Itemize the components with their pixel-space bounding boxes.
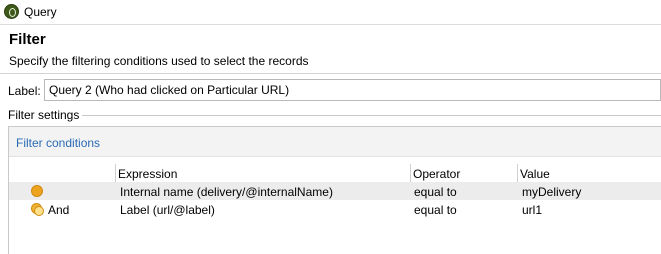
window-titlebar: Query	[0, 0, 661, 24]
table-row[interactable]: And Label (url/@label) equal to url1	[9, 200, 661, 218]
row-expression[interactable]: Label (url/@label)	[120, 203, 215, 217]
page-subtitle: Specify the filtering conditions used to…	[9, 54, 309, 68]
label-field-caption: Label:	[8, 84, 41, 98]
header-divider	[0, 73, 661, 74]
row-value[interactable]: url1	[522, 203, 542, 217]
column-separator[interactable]	[115, 164, 116, 182]
filter-conditions-link[interactable]: Filter conditions	[16, 136, 100, 150]
column-separator[interactable]	[517, 164, 518, 182]
column-header-expression[interactable]: Expression	[118, 167, 177, 181]
and-condition-icon	[31, 203, 44, 216]
app-logo-icon	[4, 4, 19, 19]
filter-settings-caption: Filter settings	[8, 108, 83, 122]
column-header-operator[interactable]: Operator	[413, 167, 460, 181]
window-title: Query	[24, 5, 57, 19]
filter-conditions-panel: Filter conditions Expression Operator Va…	[8, 126, 661, 254]
filter-settings-separator	[82, 115, 661, 116]
row-operator[interactable]: equal to	[414, 203, 457, 217]
conditions-table-header: Expression Operator Value	[9, 164, 661, 182]
table-row[interactable]: Internal name (delivery/@internalName) e…	[9, 182, 661, 200]
condition-dot-icon	[31, 185, 43, 197]
label-input[interactable]	[44, 79, 661, 101]
row-logic: And	[48, 203, 70, 217]
filter-conditions-header: Filter conditions	[9, 127, 661, 157]
row-value[interactable]: myDelivery	[522, 185, 581, 199]
column-header-value[interactable]: Value	[520, 167, 550, 181]
page-title: Filter	[9, 31, 46, 48]
titlebar-divider	[0, 24, 661, 25]
row-expression[interactable]: Internal name (delivery/@internalName)	[120, 185, 333, 199]
row-operator[interactable]: equal to	[414, 185, 457, 199]
column-separator[interactable]	[410, 164, 411, 182]
